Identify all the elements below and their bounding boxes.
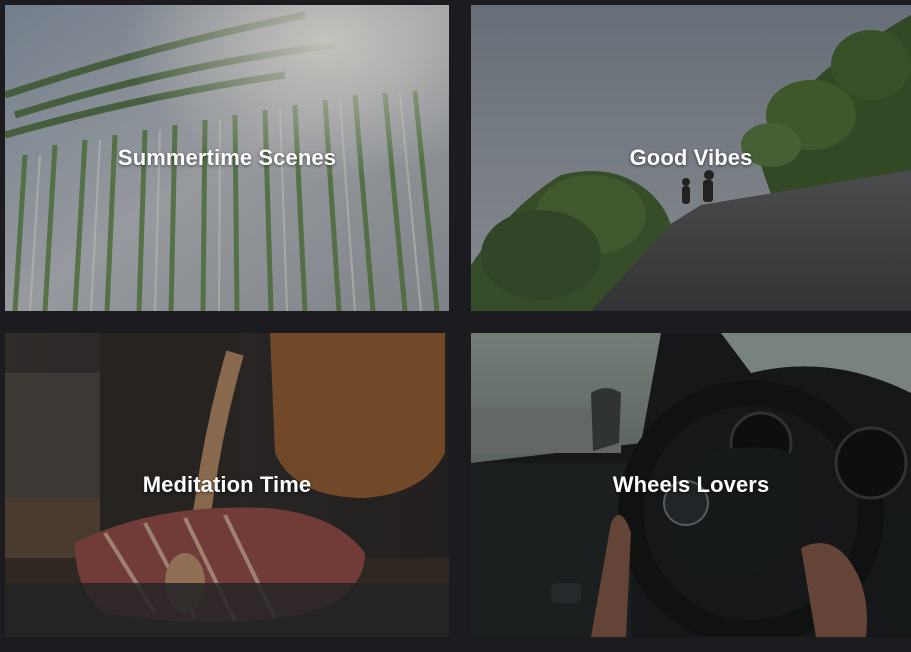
category-title: Wheels Lovers (612, 472, 770, 497)
category-card-summertime-scenes[interactable]: Summertime Scenes (5, 5, 449, 311)
category-title: Good Vibes (629, 145, 753, 170)
category-card-good-vibes[interactable]: Good Vibes (471, 5, 911, 311)
category-card-wheels-lovers[interactable]: Wheels Lovers (471, 333, 911, 637)
category-title: Meditation Time (142, 472, 312, 497)
category-title: Summertime Scenes (117, 145, 337, 170)
category-card-meditation-time[interactable]: Meditation Time (5, 333, 449, 637)
